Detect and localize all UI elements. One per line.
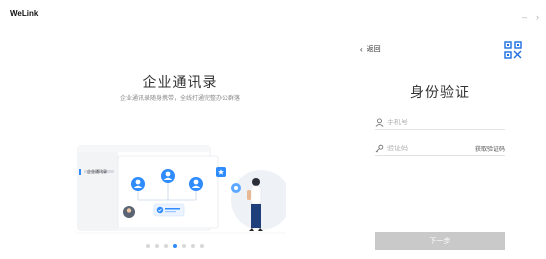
carousel-dot[interactable] xyxy=(155,244,159,248)
get-code-button[interactable]: 获取验证码 xyxy=(475,144,505,153)
sidebar-active-marker xyxy=(79,169,81,175)
mockup-sidebar-label: 企业通讯录 xyxy=(87,168,107,174)
avatar-icon xyxy=(161,169,175,183)
check-icon xyxy=(156,206,164,214)
close-button[interactable]: › xyxy=(536,13,539,22)
verify-title: 身份验证 xyxy=(410,84,470,100)
promo-illustration: 企业通讯录 xyxy=(76,145,286,234)
carousel-dot[interactable] xyxy=(191,244,195,248)
avatar-icon xyxy=(123,206,135,218)
next-button[interactable]: 下一步 xyxy=(375,232,505,250)
chevron-left-icon: ‹ xyxy=(360,44,363,54)
profile-card-line xyxy=(165,208,180,210)
user-icon xyxy=(375,118,384,127)
star-icon xyxy=(216,167,226,177)
window-mockup-sidebar xyxy=(78,152,118,230)
phone-field[interactable] xyxy=(375,116,505,130)
back-button[interactable]: ‹ 返回 xyxy=(360,44,381,54)
gear-icon xyxy=(231,183,241,193)
key-icon xyxy=(375,144,384,153)
avatar-icon xyxy=(131,177,145,191)
app-title: WeLink xyxy=(10,9,39,18)
carousel-dot[interactable] xyxy=(173,244,177,248)
window-mockup-titlebar xyxy=(78,146,210,152)
phone-input[interactable] xyxy=(387,119,505,126)
minimize-button[interactable]: – xyxy=(522,13,527,22)
back-label: 返回 xyxy=(366,46,381,53)
carousel-pagination xyxy=(146,244,204,248)
carousel-dot[interactable] xyxy=(146,244,150,248)
code-field[interactable]: 获取验证码 xyxy=(375,142,505,156)
profile-card-line xyxy=(165,211,176,213)
promo-subtitle: 企业通讯录随身携带，全线打通完整办公群落 xyxy=(119,96,240,102)
code-input[interactable] xyxy=(387,145,475,152)
carousel-dot[interactable] xyxy=(182,244,186,248)
carousel-dot[interactable] xyxy=(200,244,204,248)
avatar-icon xyxy=(189,177,203,191)
carousel-dot[interactable] xyxy=(164,244,168,248)
qrcode-icon[interactable] xyxy=(504,41,522,59)
promo-title: 企业通讯录 xyxy=(142,74,218,90)
